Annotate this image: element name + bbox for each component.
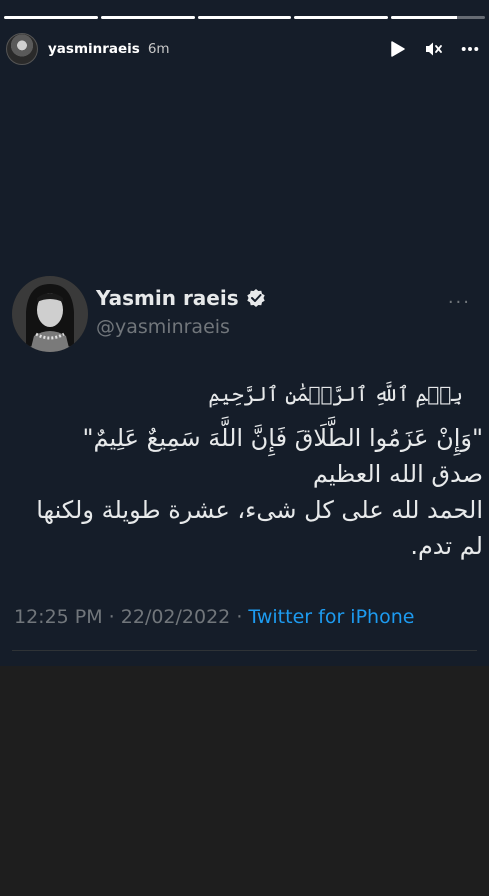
progress-fill — [100, 16, 195, 19]
tweet-source-link[interactable]: Twitter for iPhone — [248, 606, 414, 628]
tweet-timestamp: 12:25 PM · 22/02/2022 · — [14, 606, 249, 628]
tweet-line: الحمد لله على كل شىء، عشرة طويلة ولكنها — [36, 496, 483, 524]
tweet-avatar[interactable] — [12, 276, 88, 352]
tweet-handle[interactable]: @yasminraeis — [96, 316, 230, 338]
avatar[interactable] — [6, 33, 38, 65]
divider — [12, 650, 477, 651]
tweet-meta: 12:25 PM · 22/02/2022 · Twitter for iPho… — [14, 606, 414, 628]
more-dots-icon[interactable] — [461, 40, 479, 58]
story-time: 6m — [147, 41, 170, 57]
progress-segment — [391, 16, 485, 19]
story-header: yasminraeis 6m — [6, 33, 479, 65]
progress-fill — [197, 16, 292, 19]
tweet-author: Yasmin raeis — [96, 286, 266, 310]
tweet-text: "وَإِنْ عَزَمُوا الطَّلَاقَ فَإِنَّ اللَ… — [5, 420, 483, 564]
progress-segment — [197, 16, 292, 19]
tweet-more-icon[interactable]: ··· — [448, 292, 471, 313]
progress-fill — [4, 16, 98, 19]
verified-badge-icon — [246, 289, 265, 307]
play-icon[interactable] — [389, 40, 407, 58]
progress-segment — [4, 16, 98, 19]
progress-fill — [294, 16, 389, 19]
tweet-name[interactable]: Yasmin raeis — [96, 286, 239, 310]
progress-fill — [391, 16, 457, 19]
story-progress-bar — [4, 16, 485, 19]
basmala-calligraphy: بِسۡمِ ٱللَّهِ ٱلرَّحۡمَٰنِ ٱلرَّحِيمِ — [208, 382, 463, 406]
tweet-line: "وَإِنْ عَزَمُوا الطَّلَاقَ فَإِنَّ اللَ… — [82, 424, 483, 452]
progress-segment — [294, 16, 389, 19]
story-username[interactable]: yasminraeis — [48, 41, 140, 57]
story-viewer[interactable]: yasminraeis 6m Yasmin raeis @yasminraeis… — [0, 0, 489, 666]
muted-speaker-icon[interactable] — [425, 40, 443, 58]
progress-segment — [100, 16, 195, 19]
tweet-line: لم تدم. — [410, 532, 483, 560]
tweet-line: صدق الله العظيم — [312, 460, 483, 488]
